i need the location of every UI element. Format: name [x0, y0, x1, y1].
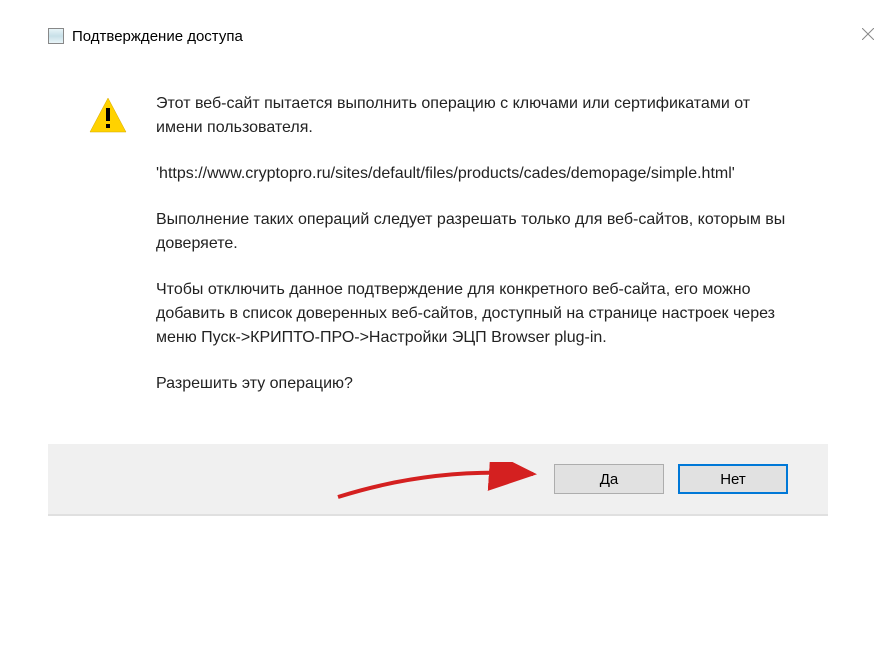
instructions-text: Чтобы отключить данное подтверждение для… [156, 278, 788, 350]
message-body: Этот веб-сайт пытается выполнить операци… [156, 92, 788, 396]
warning-text: Выполнение таких операций следует разреш… [156, 208, 788, 256]
question-text: Разрешить эту операцию? [156, 372, 788, 396]
app-icon [48, 28, 64, 44]
intro-text: Этот веб-сайт пытается выполнить операци… [156, 92, 788, 140]
no-button[interactable]: Нет [678, 464, 788, 494]
close-icon[interactable] [848, 20, 888, 48]
warning-icon [88, 96, 128, 136]
url-text: 'https://www.cryptopro.ru/sites/default/… [156, 162, 788, 186]
dialog-title: Подтверждение доступа [72, 28, 820, 45]
divider [48, 514, 828, 516]
titlebar: Подтверждение доступа [48, 20, 828, 52]
yes-button[interactable]: Да [554, 464, 664, 494]
dialog-content: Этот веб-сайт пытается выполнить операци… [48, 52, 828, 416]
pointer-arrow-icon [333, 462, 543, 502]
confirmation-dialog: Подтверждение доступа Этот веб-сайт пыта… [48, 20, 828, 514]
button-bar: Да Нет [48, 444, 828, 514]
